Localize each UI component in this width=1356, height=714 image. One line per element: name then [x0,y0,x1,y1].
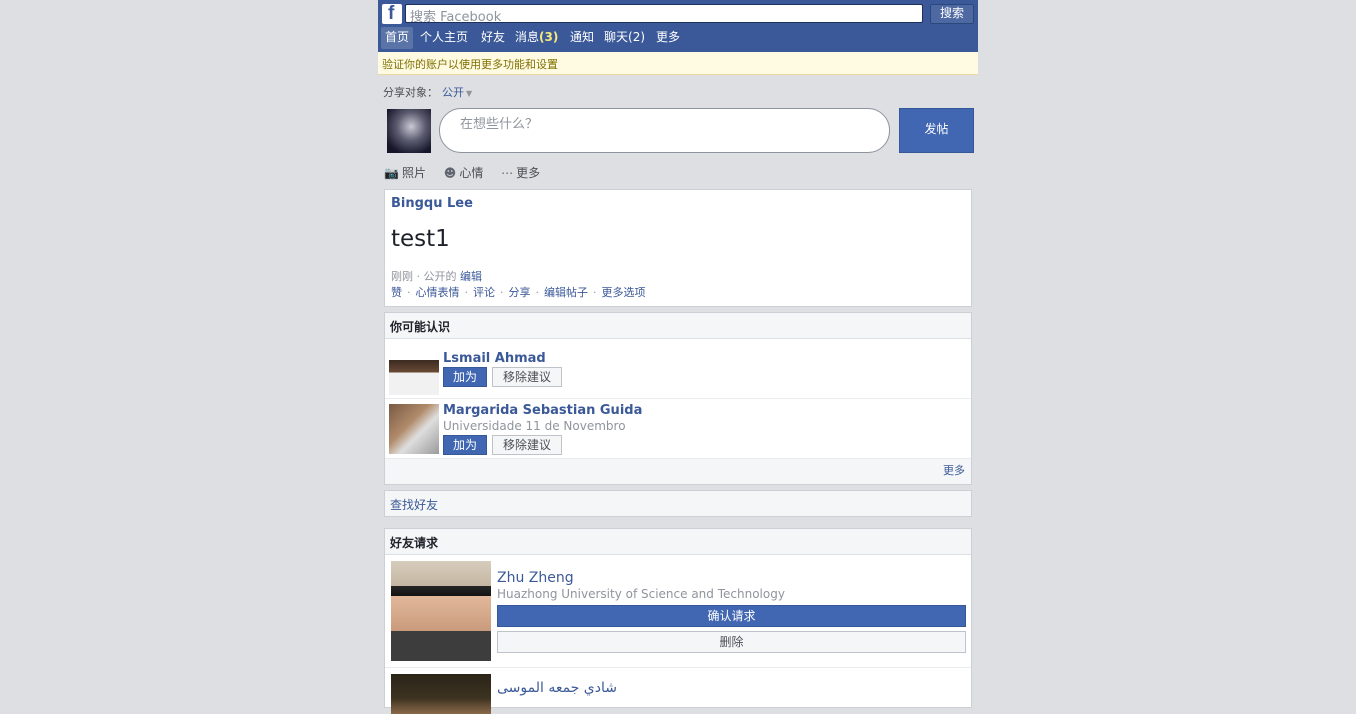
tab-label: 聊天 [604,30,629,44]
tab-label: 更多 [656,30,681,44]
tool-label: 心情 [459,166,484,180]
notice-text: 验证你的账户以使用更多功能和设置 [382,58,558,71]
friend-requests-title: 好友请求 [390,536,439,550]
search-input[interactable]: 搜索 Facebook [405,4,923,25]
more-options-link[interactable]: 更多选项 [602,286,646,299]
post-button[interactable]: 发帖 [899,108,974,153]
composer-placeholder: 在想些什么？ [460,117,539,132]
composer-tools: 📷 照片 ☻ 心情 ⋯ 更多 [384,164,554,181]
messages-count-badge: (3) [539,30,559,44]
pymk-header: 你可能认识 [385,313,971,339]
remove-suggestion-button[interactable]: 移除建议 [492,435,562,455]
smiley-icon: ☻ [443,166,457,180]
tab-friends[interactable]: 好友 [477,27,509,49]
tab-label: 个人主页 [420,30,469,44]
like-link[interactable]: 赞 [391,286,402,299]
remove-suggestion-button[interactable]: 移除建议 [492,367,562,387]
pymk-card: 你可能认识 Lsmail Ahmad 加为 移除建议 Margarida Seb… [384,312,972,485]
requester-subtitle: Huazhong University of Science and Techn… [497,587,785,601]
story-meta: 刚刚 · 公开的 编辑 [391,270,482,283]
more-tool-button[interactable]: ⋯ 更多 [501,164,540,181]
separator: · [535,286,540,299]
friend-request-item: Zhu Zheng Huazhong University of Science… [385,555,971,668]
tab-notifications[interactable]: 通知 [566,27,598,49]
pymk-item: Lsmail Ahmad 加为 移除建议 [385,339,971,399]
facebook-logo[interactable]: f [382,3,402,24]
top-navbar: f 搜索 Facebook 搜索 首页 个人主页 好友 消息(3) 通知 聊天(… [378,0,978,52]
audience-value: 公开 [442,86,464,99]
person-avatar[interactable] [389,345,439,395]
comment-link[interactable]: 评论 [473,286,495,299]
requester-avatar[interactable] [391,561,491,661]
pymk-footer [385,459,971,484]
pymk-item: Margarida Sebastian Guida Universidade 1… [385,399,971,459]
requester-name-link[interactable]: Zhu Zheng [497,570,574,586]
find-friends-header: 查找好友 [385,491,971,516]
story-author-link[interactable]: Bingqu Lee [391,196,473,211]
caret-down-icon: ▼ [466,89,473,98]
current-user-avatar[interactable] [387,109,431,153]
story-time[interactable]: 刚刚 [391,270,413,283]
tool-label: 更多 [516,166,541,180]
separator: · [407,286,411,299]
find-friends-title: 查找好友 [390,498,439,512]
person-name-link[interactable]: Lsmail Ahmad [443,351,546,366]
tab-label: 好友 [481,30,506,44]
person-name-link[interactable]: Margarida Sebastian Guida [443,403,642,418]
audience-selector[interactable]: 分享对象： 公开 ▼ [383,84,472,100]
tab-messages[interactable]: 消息(3) [511,27,562,49]
audience-label: 分享对象： [383,86,438,99]
tab-label: 通知 [570,30,595,44]
requester-avatar[interactable] [391,674,491,714]
delete-request-button[interactable]: 删除 [497,631,966,653]
status-composer-input[interactable]: 在想些什么？ [439,108,890,153]
more-icon: ⋯ [501,166,514,180]
find-friends-card[interactable]: 查找好友 [384,490,972,517]
search-button[interactable]: 搜索 [930,4,974,24]
story-text: test1 [391,226,450,252]
react-link[interactable]: 心情表情 [416,286,460,299]
separator: · [593,286,597,299]
story-card: Bingqu Lee test1 刚刚 · 公开的 编辑 赞 · 心情表情 · 评论 · 分… [384,189,972,307]
person-subtitle: Universidade 11 de Novembro [443,419,626,433]
chat-count-badge: (2) [628,30,646,44]
share-link[interactable]: 分享 [509,286,531,299]
friend-requests-card: 好友请求 Zhu Zheng Huazhong University of Sc… [384,528,972,714]
edit-post-link[interactable]: 编辑帖子 [544,286,588,299]
separator: · [464,286,469,299]
facebook-logo-letter: f [388,3,395,24]
story-edit-link[interactable]: 编辑 [460,270,482,283]
tab-home[interactable]: 首页 [381,27,414,49]
confirm-request-button[interactable]: 确认请求 [497,605,966,627]
account-notice-banner[interactable]: 验证你的账户以使用更多功能和设置 [378,52,978,75]
tab-label: 消息 [515,30,540,44]
separator: · [500,286,504,299]
tab-chat[interactable]: 聊天(2) [600,27,649,49]
feeling-tool-button[interactable]: ☻ 心情 [444,164,484,181]
add-friend-button[interactable]: 加为 [443,435,487,455]
tool-label: 照片 [401,166,426,180]
tab-profile[interactable]: 个人主页 [416,27,472,49]
search-placeholder: 搜索 Facebook [410,10,502,25]
camera-icon: 📷 [384,166,399,180]
add-friend-button[interactable]: 加为 [443,367,487,387]
see-all-link[interactable]: 更多 [943,462,965,478]
friend-request-item: شادي جمعه الموسى [385,668,971,714]
photo-tool-button[interactable]: 📷 照片 [384,164,426,181]
story-privacy: 公开的 [423,270,457,283]
story-actions: 赞 · 心情表情 · 评论 · 分享 · 编辑帖子 · 更多选项 [391,284,646,300]
friend-requests-header: 好友请求 [385,529,971,555]
facebook-mobile-page: f 搜索 Facebook 搜索 首页 个人主页 好友 消息(3) 通知 聊天(… [378,0,978,714]
pymk-title: 你可能认识 [390,320,451,334]
person-avatar[interactable] [389,404,439,454]
tab-more[interactable]: 更多 [652,27,684,49]
tab-label: 首页 [385,30,410,44]
